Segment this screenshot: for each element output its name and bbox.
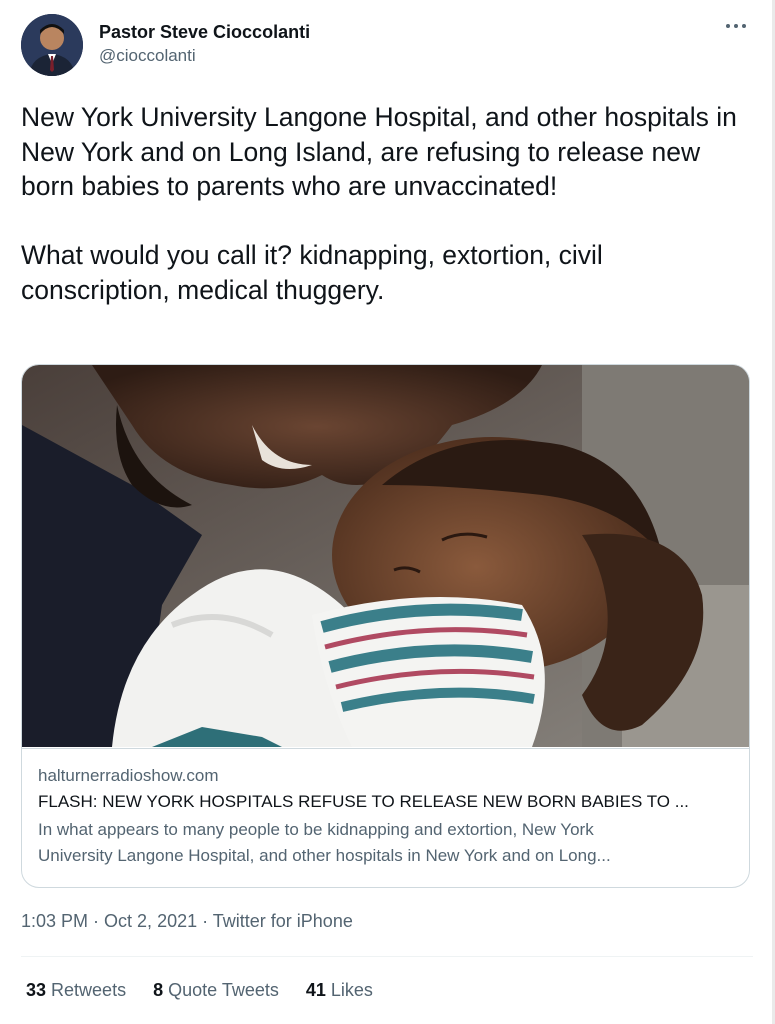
likes-label: Likes [325,980,373,1000]
card-body: halturnerradioshow.com FLASH: NEW YORK H… [22,748,749,869]
avatar[interactable] [21,14,83,76]
link-preview-card[interactable]: halturnerradioshow.com FLASH: NEW YORK H… [21,364,750,888]
meta-separator: · [197,911,213,931]
retweets-stat[interactable]: 33 Retweets [26,977,126,1003]
retweets-label: Retweets [46,980,127,1000]
author-info: Pastor Steve Cioccolanti @cioccolanti [99,21,310,67]
more-options-button[interactable] [723,16,749,36]
author-handle[interactable]: @cioccolanti [99,45,310,67]
retweets-count: 33 [26,980,47,1000]
likes-stat[interactable]: 41 Likes [306,977,373,1003]
meta-separator: · [88,911,105,931]
author-name[interactable]: Pastor Steve Cioccolanti [99,21,310,43]
tweet-header: Pastor Steve Cioccolanti @cioccolanti [21,14,757,78]
tweet-metadata: 1:03 PM · Oct 2, 2021 · Twitter for iPho… [21,908,353,934]
tweet: Pastor Steve Cioccolanti @cioccolanti Ne… [0,0,775,1024]
quote-tweets-label: Quote Tweets [163,980,279,1000]
engagement-stats: 33 Retweets 8 Quote Tweets 41 Likes [26,977,395,1003]
card-description-line-2: University Langone Hospital, and other h… [38,846,611,865]
card-description: In what appears to many people to be kid… [38,817,733,869]
card-domain: halturnerradioshow.com [38,766,219,785]
avatar-photo-icon [21,14,83,76]
likes-count: 41 [305,980,326,1000]
tweet-timestamp-date[interactable]: Oct 2, 2021 [104,911,197,931]
tweet-source[interactable]: Twitter for iPhone [213,911,353,931]
newborn-photo-icon [22,365,749,747]
card-image[interactable] [22,365,749,747]
quote-tweets-count: 8 [153,980,164,1000]
divider [21,956,753,957]
card-title: FLASH: NEW YORK HOSPITALS REFUSE TO RELE… [38,792,689,811]
tweet-text: New York University Langone Hospital, an… [21,102,737,305]
tweet-timestamp-time[interactable]: 1:03 PM [21,911,88,931]
card-description-line-1: In what appears to many people to be kid… [38,820,594,839]
quote-tweets-stat[interactable]: 8 Quote Tweets [153,977,279,1003]
more-options-icon [726,24,746,28]
